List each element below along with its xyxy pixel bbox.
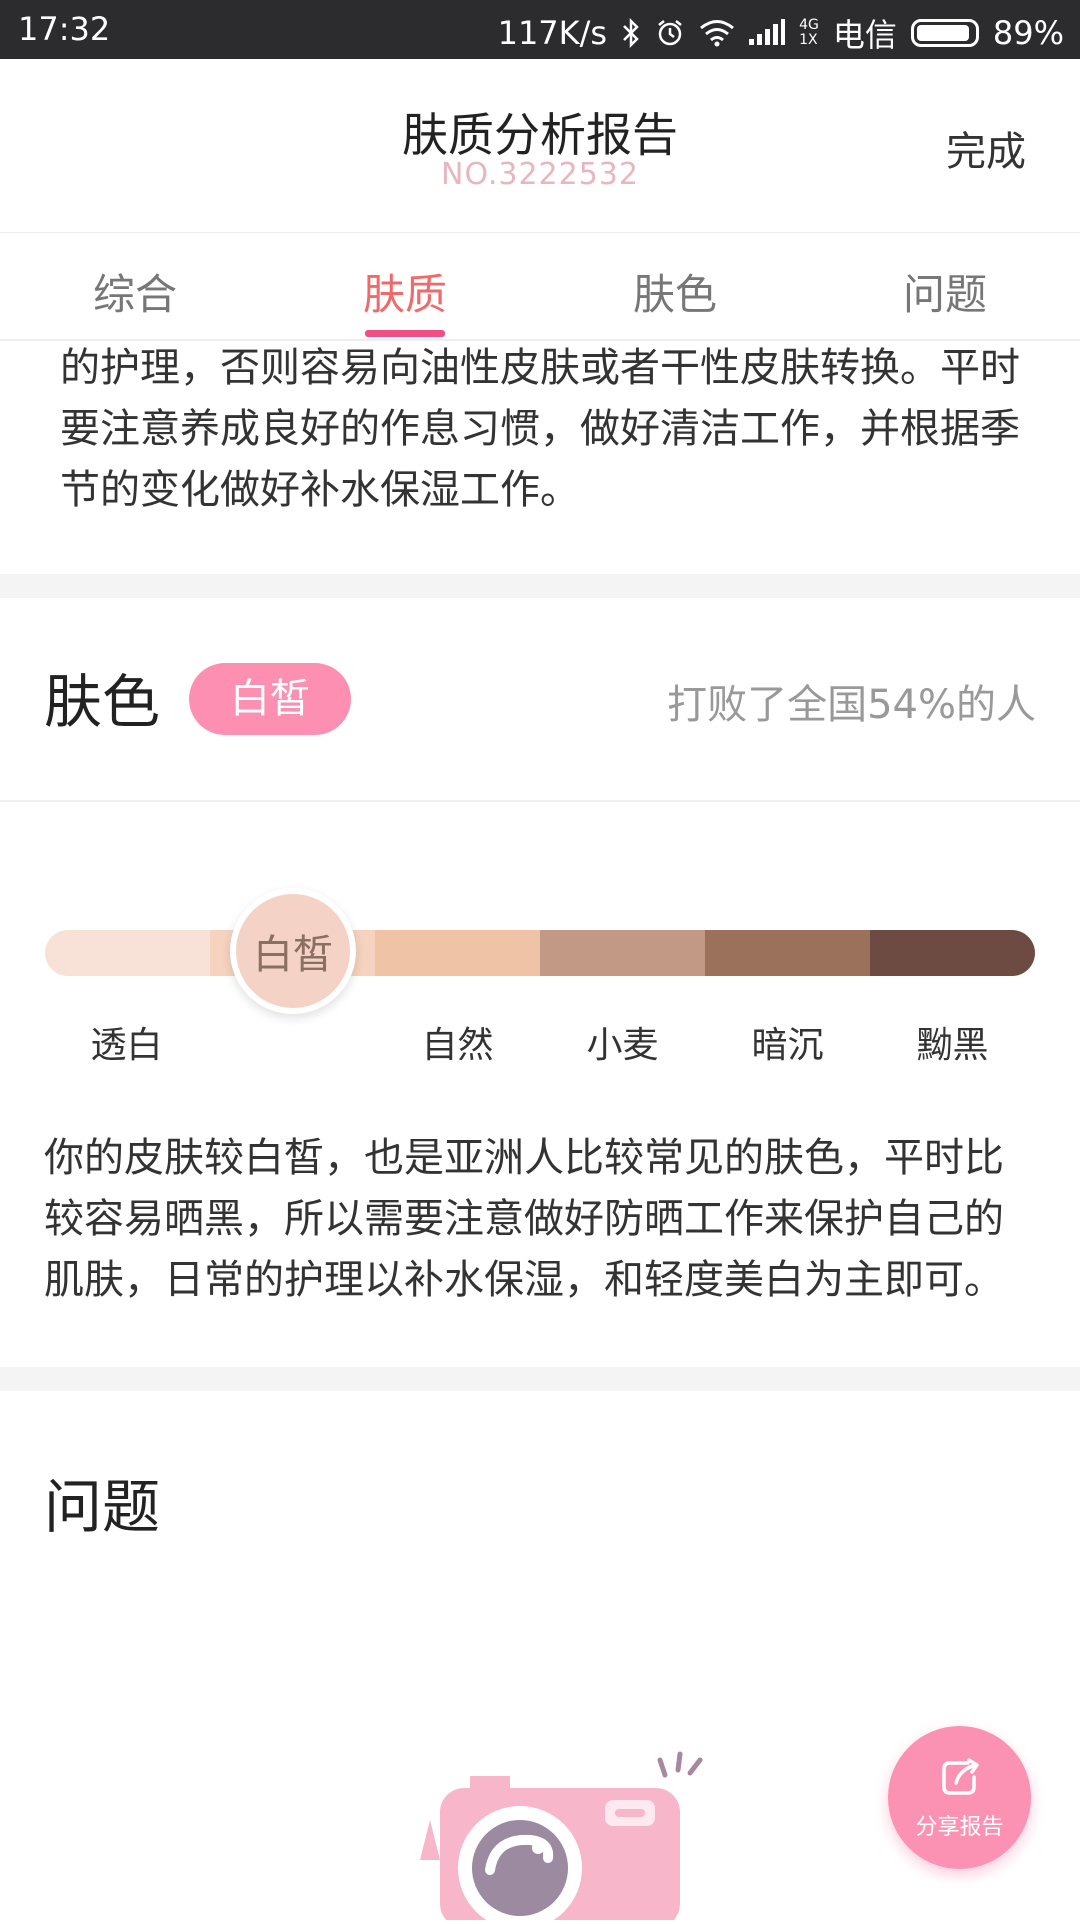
page-title: 肤质分析报告	[402, 108, 678, 162]
skin-color-marker: 白皙	[230, 888, 356, 1014]
scale-label-translucent: 透白	[90, 1025, 163, 1066]
battery-percent: 89%	[992, 14, 1064, 52]
section-divider	[0, 574, 1080, 598]
tab-bar: 综合 肤质 肤色 问题	[0, 233, 1080, 341]
skin-color-description: 你的皮肤较白皙，也是亚洲人比较常见的肤色，平时比较容易晒黑，所以需要注意做好防晒…	[44, 1135, 1004, 1303]
network-type: 4G 1X	[799, 17, 819, 48]
header: 肤质分析报告 NO.3222532 完成	[0, 59, 1080, 234]
scale-label-natural: 自然	[421, 1025, 494, 1066]
scale-segment-dark	[870, 930, 1035, 976]
share-report-button[interactable]: 分享报告	[888, 1726, 1031, 1869]
status-time: 17:32	[18, 10, 111, 48]
done-button[interactable]: 完成	[946, 119, 1026, 177]
tab-overall[interactable]: 综合	[35, 261, 235, 322]
tab-skin-type[interactable]: 肤质	[305, 261, 505, 322]
scale-label-dark: 黝黑	[916, 1025, 989, 1066]
alarm-icon	[655, 18, 685, 48]
scale-label-wheat: 小麦	[586, 1025, 659, 1066]
status-icons: 117K/s 4G 1X 电信 89%	[498, 10, 1064, 56]
scale-segment-wheat	[540, 930, 705, 976]
divider	[0, 800, 1080, 802]
tab-skin-color[interactable]: 肤色	[575, 261, 775, 322]
tab-problems[interactable]: 问题	[845, 261, 1045, 322]
scale-segment-translucent	[45, 930, 210, 976]
active-tab-indicator	[365, 330, 445, 337]
section-divider	[0, 1367, 1080, 1391]
skin-color-rank: 打败了全国54%的人	[667, 682, 1036, 728]
camera-illustration	[390, 1740, 730, 1924]
scale-segment-dull	[705, 930, 870, 976]
wifi-icon	[699, 19, 735, 47]
skin-color-title: 肤色	[44, 668, 161, 736]
status-bar: 17:32 117K/s 4G 1X 电信 89%	[0, 0, 1080, 59]
bluetooth-icon	[621, 18, 641, 48]
battery-icon	[910, 19, 979, 47]
skin-color-badge: 白皙	[189, 663, 351, 735]
share-label: 分享报告	[915, 1814, 1004, 1840]
skin-color-scale	[45, 930, 1035, 976]
report-number: NO.3222532	[441, 157, 639, 192]
carrier-name: 电信	[832, 16, 897, 54]
scale-label-dull: 暗沉	[751, 1025, 824, 1066]
skin-type-advice: 的护理，否则容易向油性皮肤或者干性皮肤转换。平时要注意养成良好的作息习惯，做好清…	[60, 345, 1020, 513]
network-speed: 117K/s	[497, 14, 608, 52]
problems-title: 问题	[44, 1473, 161, 1541]
scale-segment-natural	[375, 930, 540, 976]
share-icon	[938, 1755, 982, 1803]
signal-icon	[749, 19, 786, 47]
